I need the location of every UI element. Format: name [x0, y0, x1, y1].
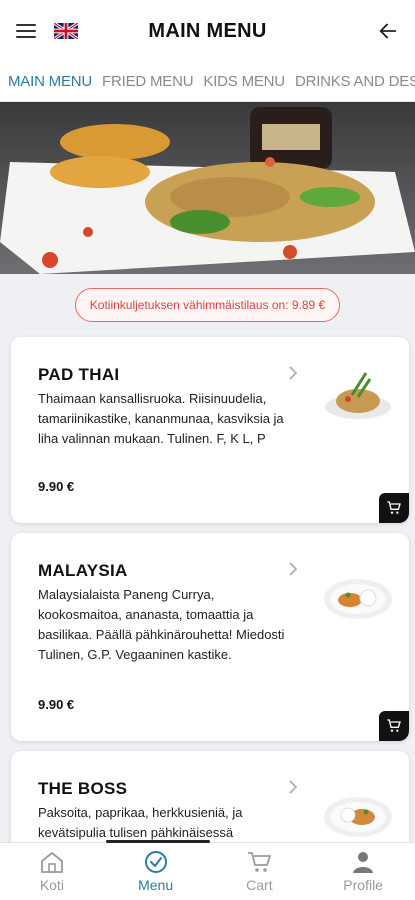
nav-home[interactable]: Koti [0, 850, 103, 893]
menu-item-description: Paksoita, paprikaa, herkkusieniä, ja kev… [38, 805, 243, 840]
tab-kids-menu[interactable]: KIDS MENU [203, 73, 285, 90]
min-order-notice: Kotiinkuljetuksen vähimmäistilaus on: 9.… [74, 288, 341, 322]
cart-icon [248, 852, 272, 872]
menu-item-name: PAD THAI [38, 365, 120, 384]
menu-item-description: Malaysialaista Paneng Curryа, kookosmait… [38, 587, 285, 662]
active-tab-indicator [106, 840, 210, 843]
min-order-notice-wrap: Kotiinkuljetuksen vähimmäistilaus on: 9.… [0, 288, 415, 322]
chevron-right-icon[interactable] [287, 779, 299, 795]
menu-item-card-pad-thai[interactable]: PAD THAI Thaimaan kansallisruoka. Riisin… [11, 337, 409, 523]
nav-profile[interactable]: Profile [312, 850, 415, 893]
nav-label: Menu [138, 877, 174, 893]
user-icon [353, 852, 374, 873]
hamburger-icon[interactable] [16, 24, 36, 38]
chevron-right-icon[interactable] [287, 561, 299, 577]
nav-label: Cart [246, 877, 273, 893]
chevron-right-icon[interactable] [287, 365, 299, 381]
tab-main-menu[interactable]: MAIN MENU [8, 73, 92, 90]
header-left [16, 23, 78, 39]
cart-icon [387, 719, 401, 732]
dish-image [324, 797, 392, 837]
menu-item-price: 9.90 € [38, 697, 75, 712]
menu-item-description: Thaimaan kansallisruoka. Riisinuudelia, … [38, 391, 284, 446]
nav-menu[interactable]: Menu [104, 850, 207, 893]
banner-image [0, 102, 415, 274]
arrow-left-icon[interactable] [377, 20, 399, 42]
nav-label: Profile [343, 877, 383, 893]
tab-fried-menu[interactable]: FRIED MENU [102, 73, 194, 90]
add-to-cart-button[interactable] [379, 711, 409, 741]
check-circle-icon [144, 851, 167, 873]
menu-item-name: THE BOSS [38, 779, 128, 798]
menu-item-card-malaysia[interactable]: MALAYSIA Malaysialaista Paneng Curryа, k… [11, 533, 409, 741]
menu-item-name: MALAYSIA [38, 561, 128, 580]
nav-cart[interactable]: Cart [208, 850, 311, 893]
category-tabs: MAIN MENU FRIED MENU KIDS MENU DRINKS AN… [0, 62, 415, 102]
uk-flag-icon[interactable] [54, 23, 78, 39]
cart-icon [387, 501, 401, 514]
add-to-cart-button[interactable] [379, 493, 409, 523]
menu-item-price: 9.90 € [38, 479, 75, 494]
bottom-navigation: Koti Menu Cart Profile [0, 840, 415, 900]
app-header: MAIN MENU [0, 0, 415, 62]
home-icon [40, 852, 63, 873]
tab-drinks-and-desserts[interactable]: DRINKS AND DESSE [295, 73, 415, 90]
dish-image [324, 579, 392, 619]
dish-image [325, 372, 391, 419]
nav-label: Koti [39, 877, 64, 893]
